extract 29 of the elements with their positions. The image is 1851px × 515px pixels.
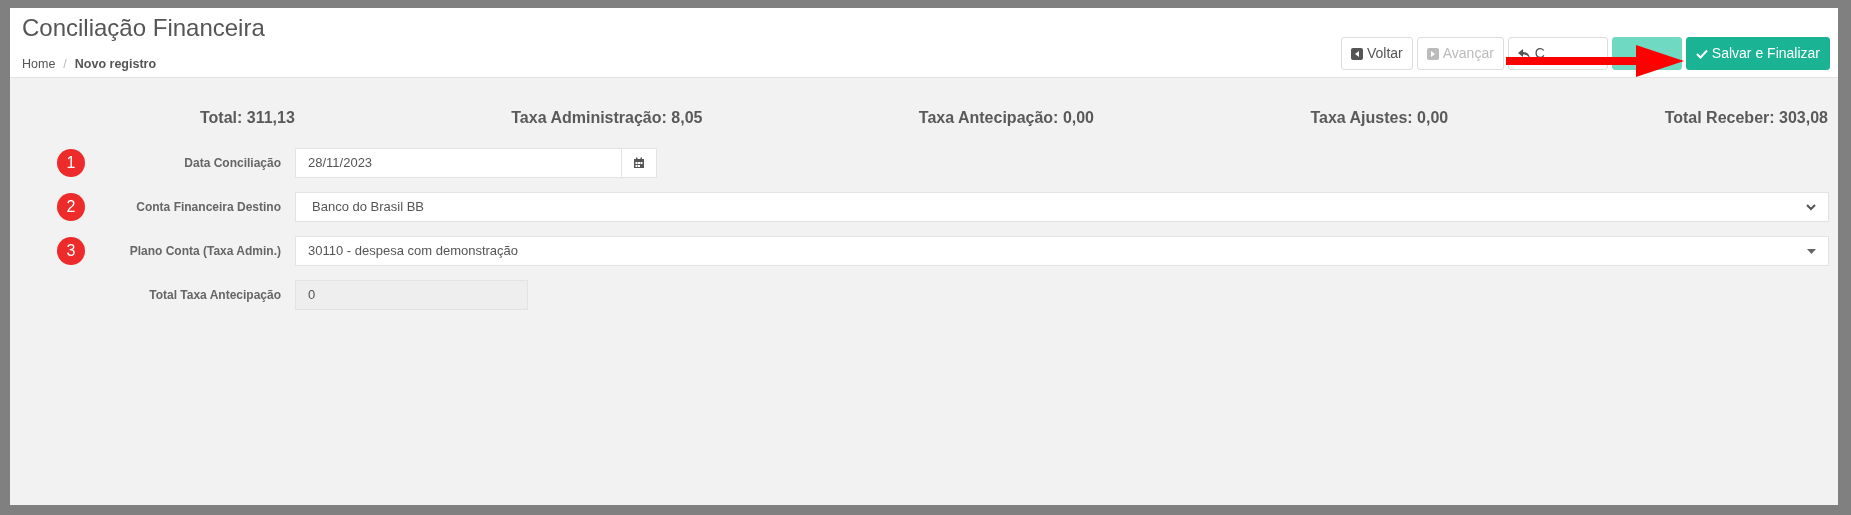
summary-value: Taxa Administração: 8,05 [511, 108, 703, 128]
breadcrumb-current: Novo registro [74, 55, 157, 73]
summary-value: Total: 311,13 [200, 108, 295, 128]
number-marker: 3 [57, 237, 85, 265]
toolbar-button[interactable]: Voltar [1340, 37, 1413, 70]
dropdown-caret-icon [1807, 248, 1816, 254]
calendar-icon[interactable] [622, 148, 657, 178]
breadcrumb-separator: / [63, 55, 67, 73]
summary-value: Total Receber: 303,08 [1664, 108, 1828, 128]
select-value: 30110 - despesa com demonstração [308, 242, 519, 261]
check-icon [1695, 48, 1708, 59]
field-label: Total Taxa Antecipação [148, 287, 281, 304]
select-value: Banco do Brasil BB [311, 198, 424, 217]
back-icon [1350, 47, 1363, 60]
date-field[interactable]: 28/11/2023 [295, 148, 622, 178]
select-field[interactable]: Banco do Brasil BB [295, 192, 1829, 222]
field-label: Data Conciliação [183, 155, 281, 172]
number-marker: 2 [57, 193, 85, 221]
forward-icon [1426, 47, 1439, 60]
number-marker: 1 [57, 149, 85, 177]
summary-value: Taxa Antecipação: 0,00 [918, 108, 1094, 128]
field-label: Plano Conta (Taxa Admin.) [128, 243, 281, 260]
field-label: Conta Financeira Destino [135, 199, 281, 216]
page-title: Conciliação Financeira [22, 14, 266, 43]
dropdown-caret-icon [1806, 203, 1816, 211]
undo-icon [1517, 47, 1531, 60]
breadcrumb-link[interactable]: Home [22, 54, 56, 74]
summary-value: Taxa Ajustes: 0,00 [1310, 108, 1449, 128]
select-field[interactable]: 30110 - despesa com demonstração [295, 236, 1829, 266]
